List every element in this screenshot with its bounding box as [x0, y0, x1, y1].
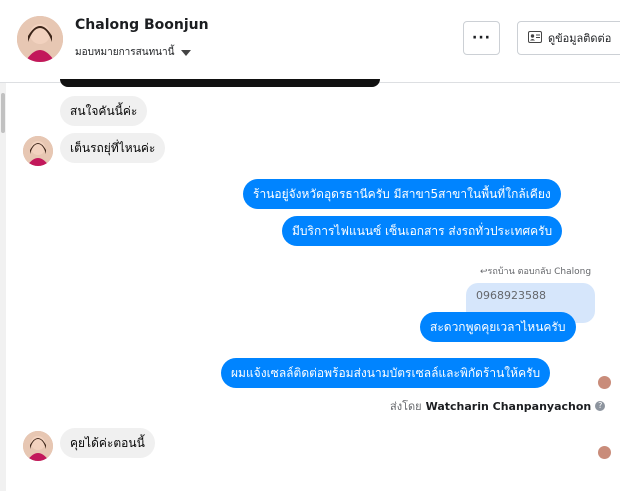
assign-conversation-dropdown[interactable]: มอบหมายการสนทนานี้ [75, 45, 192, 60]
sent-by-label: ส่งโดย Watcharin Chanpanyachon ? [390, 397, 606, 415]
more-options-button[interactable]: ··· [463, 21, 500, 55]
reply-icon: ↩ [480, 267, 488, 277]
reply-label: ↩รถบ้าน ตอบกลับ Chalong [480, 267, 592, 277]
conversation-header: Chalong Boonjun มอบหมายการสนทนานี้ ··· ด… [0, 0, 620, 83]
contact-name[interactable]: Chalong Boonjun [75, 17, 209, 33]
incoming-message[interactable]: เต็นรถยุ่ที่ไหนค่ะ [60, 133, 166, 163]
assign-label: มอบหมายการสนทนานี้ [75, 47, 175, 58]
scrollbar[interactable] [0, 83, 6, 491]
incoming-message[interactable]: สนใจคันนี้ค่ะ [60, 96, 148, 126]
more-horizontal-icon: ··· [472, 30, 491, 46]
view-contact-info-button[interactable]: ดูข้อมูลติดต่อ [517, 21, 620, 55]
contact-card-icon [528, 30, 542, 46]
help-icon[interactable]: ? [595, 401, 606, 411]
media-attachment-preview[interactable] [60, 79, 380, 87]
contact-avatar-small[interactable] [23, 136, 53, 166]
outgoing-message[interactable]: สะดวกพูดคุยเวลาไหนครับ [420, 312, 576, 342]
contact-avatar[interactable] [17, 16, 63, 62]
view-contact-info-label: ดูข้อมูลติดต่อ [548, 32, 612, 45]
read-receipt-avatar [598, 446, 611, 459]
incoming-message[interactable]: คุยได้ค่ะตอนนี้ [60, 428, 155, 458]
sender-name[interactable]: Watcharin Chanpanyachon [426, 400, 592, 413]
outgoing-message[interactable]: ร้านอยู่จังหวัดอุดรธานีครับ มีสาขา5สาขาใ… [243, 179, 561, 209]
caret-down-icon [181, 49, 192, 56]
outgoing-message[interactable]: ผมแจ้งเซลล์ติดต่อพร้อมส่งนามบัตรเซลล์และ… [221, 358, 551, 388]
contact-avatar-small[interactable] [23, 431, 53, 461]
scrollbar-thumb[interactable] [1, 93, 5, 133]
read-receipt-avatar [598, 376, 611, 389]
outgoing-message[interactable]: มีบริการไฟแนนซ์ เซ็นเอกสาร ส่งรถทั่วประเ… [282, 216, 563, 246]
